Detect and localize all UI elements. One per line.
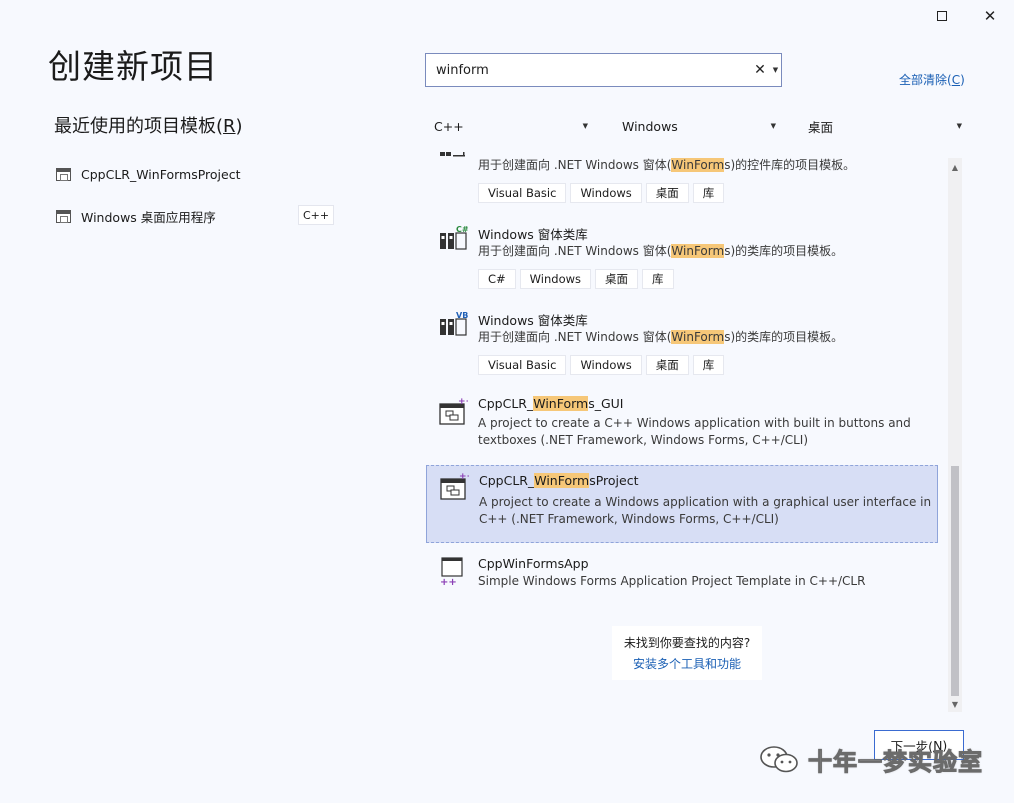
chevron-down-icon: ▼ bbox=[770, 122, 776, 130]
template-description: 用于创建面向 .NET Windows 窗体(WinForms)的类库的项目模板… bbox=[478, 244, 844, 258]
template-tags: Visual Basic Windows 桌面 库 bbox=[478, 355, 725, 375]
language-filter-value: C++ bbox=[434, 118, 464, 134]
template-tags: Visual Basic Windows 桌面 库 bbox=[478, 183, 725, 203]
class-library-icon: C# bbox=[440, 225, 468, 250]
close-button[interactable]: ✕ bbox=[973, 4, 1007, 28]
template-tag: C# bbox=[478, 269, 516, 289]
template-tag: 桌面 bbox=[645, 183, 689, 203]
platform-filter-value: Windows bbox=[622, 118, 678, 134]
template-description: Simple Windows Forms Application Project… bbox=[478, 574, 866, 588]
maximize-icon bbox=[937, 11, 947, 21]
template-item-cppclr-winformsproject[interactable]: ++ CppCLR_WinFormsProject A project to c… bbox=[426, 465, 938, 543]
chevron-down-icon: ▼ bbox=[956, 122, 962, 130]
svg-text:++: ++ bbox=[440, 577, 457, 586]
scroll-thumb[interactable] bbox=[951, 466, 959, 696]
recent-item-windows-desktop-app[interactable]: Windows 桌面应用程序 C++ bbox=[56, 205, 334, 227]
recent-item-label: Windows 桌面应用程序 bbox=[81, 209, 216, 225]
template-tag: 桌面 bbox=[595, 269, 639, 289]
template-name: CppCLR_WinFormsProject bbox=[479, 473, 639, 488]
template-name: CppCLR_WinForms_GUI bbox=[478, 396, 624, 411]
project-type-filter-value: 桌面 bbox=[808, 119, 834, 135]
template-tag: 库 bbox=[642, 269, 674, 289]
template-tag: Windows bbox=[519, 269, 592, 289]
template-item-cppclr-winforms-gui[interactable]: ++ CppCLR_WinForms_GUI A project to crea… bbox=[426, 390, 938, 462]
project-template-icon bbox=[56, 209, 71, 223]
class-library-icon: VB bbox=[440, 311, 468, 336]
template-item-cs-class-library[interactable]: C# Windows 窗体类库 用于创建面向 .NET Windows 窗体(W… bbox=[426, 218, 938, 300]
template-tag: Visual Basic bbox=[478, 183, 567, 203]
template-tag: 库 bbox=[692, 355, 725, 375]
control-library-icon bbox=[440, 152, 465, 157]
platform-filter[interactable]: Windows ▼ bbox=[622, 114, 776, 138]
chevron-down-icon: ▼ bbox=[582, 122, 588, 130]
search-history-dropdown[interactable]: ▼ bbox=[770, 53, 782, 87]
template-tag: 桌面 bbox=[645, 355, 689, 375]
template-tag: Windows bbox=[570, 355, 642, 375]
template-description: A project to create a Windows applicatio… bbox=[479, 495, 932, 526]
template-tag: Windows bbox=[570, 183, 642, 203]
template-name: CppWinFormsApp bbox=[478, 556, 589, 571]
recent-templates-heading: 最近使用的项目模板(R) bbox=[54, 116, 243, 137]
template-tag: 库 bbox=[692, 183, 725, 203]
install-tools-link[interactable]: 安装多个工具和功能 bbox=[633, 655, 741, 672]
page-title: 创建新项目 bbox=[48, 47, 218, 86]
template-description: A project to create a C++ Windows applic… bbox=[478, 416, 911, 447]
watermark: 十年一梦实验室 bbox=[758, 742, 983, 776]
maximize-button[interactable] bbox=[925, 4, 959, 28]
template-name: Windows 窗体类库 bbox=[478, 227, 588, 242]
search-input-value: winform bbox=[436, 62, 489, 78]
template-description: 用于创建面向 .NET Windows 窗体(WinForms)的类库的项目模板… bbox=[478, 330, 844, 344]
svg-text:++: ++ bbox=[459, 472, 469, 482]
clear-all-link[interactable]: 全部清除(C) bbox=[899, 71, 965, 88]
template-item-vb-class-library[interactable]: VB Windows 窗体类库 用于创建面向 .NET Windows 窗体(W… bbox=[426, 304, 938, 386]
template-name: Windows 窗体类库 bbox=[478, 313, 588, 328]
template-description: 用于创建面向 .NET Windows 窗体(WinForms)的控件库的项目模… bbox=[478, 158, 856, 172]
project-type-filter[interactable]: 桌面 ▼ bbox=[808, 114, 962, 138]
watermark-text: 十年一梦实验室 bbox=[808, 747, 983, 776]
recent-item-cppclr-winformsproject[interactable]: CppCLR_WinFormsProject bbox=[56, 163, 240, 185]
recent-item-label: CppCLR_WinFormsProject bbox=[81, 166, 241, 182]
close-icon: ✕ bbox=[983, 7, 997, 25]
project-template-icon bbox=[56, 167, 71, 181]
csharp-badge: C# bbox=[456, 225, 468, 234]
template-item-cppwinformsapp[interactable]: ++ CppWinFormsApp Simple Windows Forms A… bbox=[426, 550, 938, 600]
template-tag: Visual Basic bbox=[478, 355, 567, 375]
scroll-up-icon[interactable]: ▲ bbox=[948, 160, 962, 174]
svg-text:++: ++ bbox=[458, 397, 468, 407]
language-filter[interactable]: C++ ▼ bbox=[434, 114, 588, 138]
language-tag: C++ bbox=[298, 205, 334, 225]
not-found-question: 未找到你要查找的内容? bbox=[623, 636, 751, 650]
vb-badge: VB bbox=[456, 311, 468, 320]
not-found-panel: 未找到你要查找的内容? 安装多个工具和功能 bbox=[612, 626, 762, 680]
winforms-app-icon: ++ bbox=[440, 472, 469, 500]
winforms-app-icon: ++ bbox=[439, 397, 468, 425]
template-tags: C# Windows 桌面 库 bbox=[478, 269, 674, 289]
winforms-app-icon: ++ bbox=[440, 557, 463, 586]
scroll-down-icon[interactable]: ▼ bbox=[948, 697, 962, 711]
search-input[interactable]: winform bbox=[425, 53, 771, 87]
clear-search-icon[interactable]: ✕ bbox=[752, 61, 768, 79]
wechat-logo-icon bbox=[760, 746, 798, 773]
template-item-vb-control-library[interactable]: 用于创建面向 .NET Windows 窗体(WinForms)的控件库的项目模… bbox=[426, 152, 938, 214]
